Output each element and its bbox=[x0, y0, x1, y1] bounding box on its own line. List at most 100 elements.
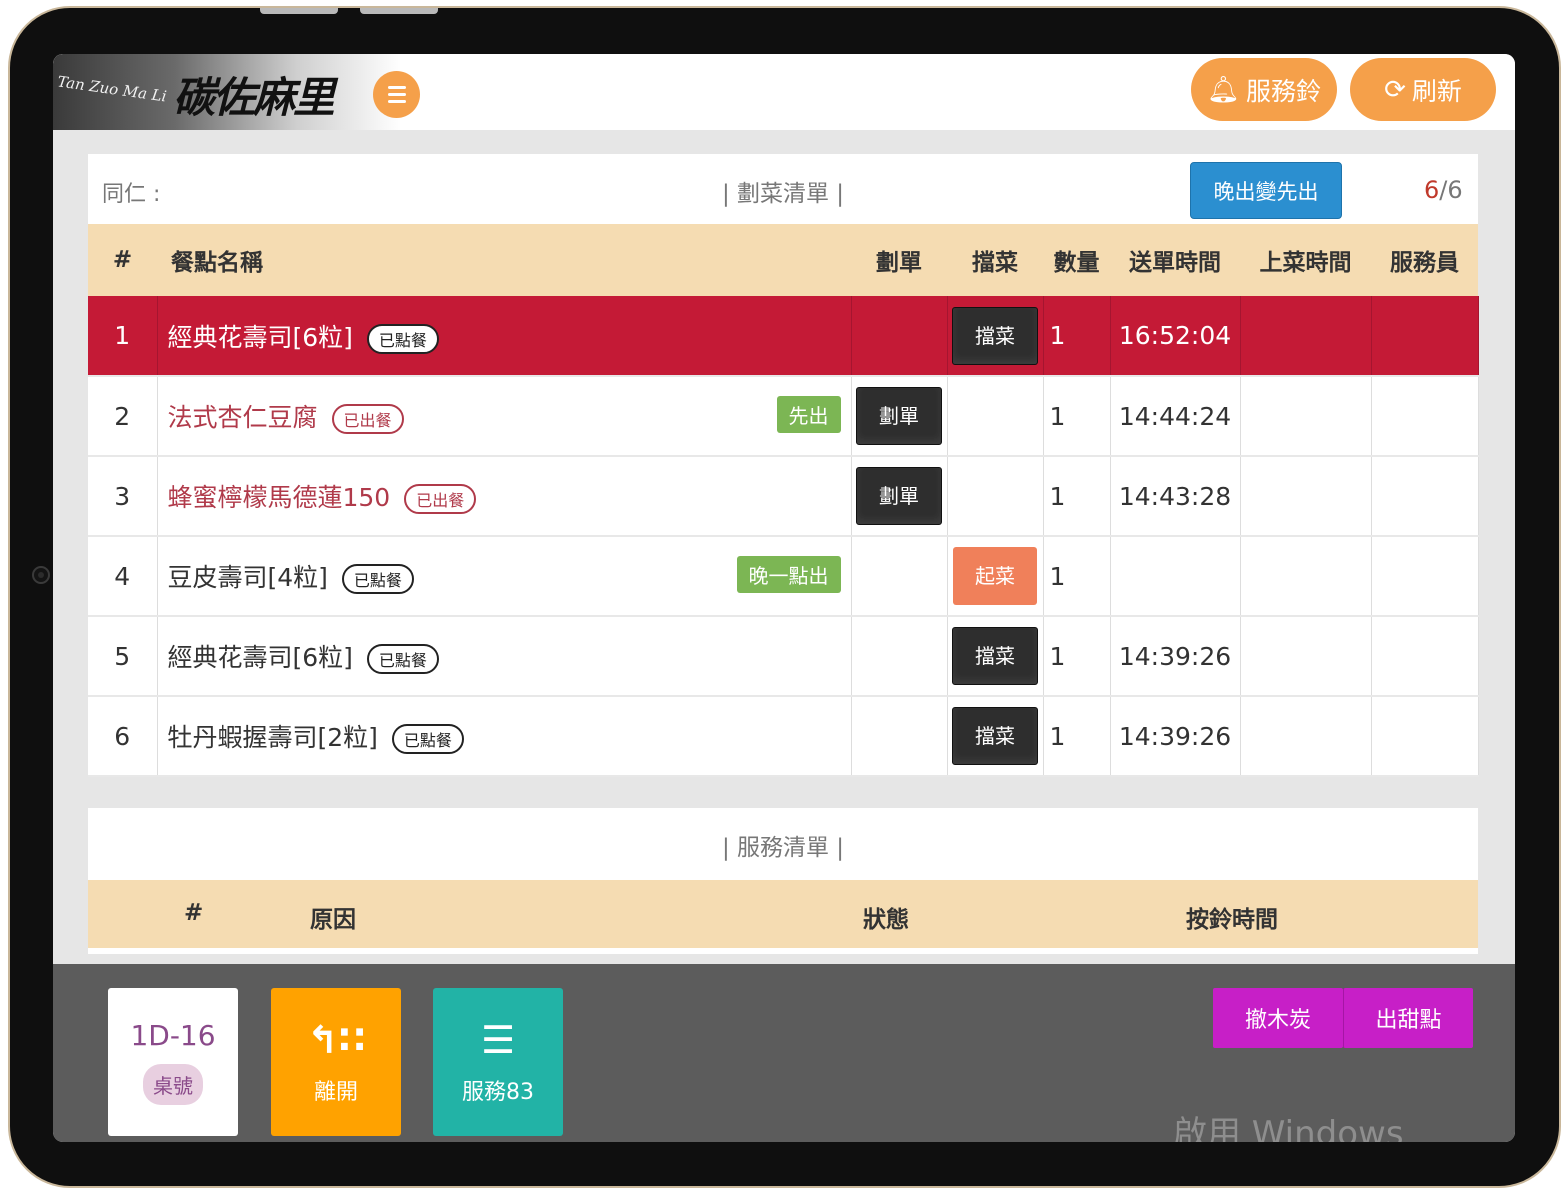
col-header-server: 服務員 bbox=[1371, 224, 1478, 296]
dish-cell: 法式杏仁豆腐 已出餐 先出 bbox=[157, 376, 852, 457]
refresh-label: 刷新 bbox=[1411, 76, 1462, 106]
col-header-send-time: 送單時間 bbox=[1110, 224, 1240, 296]
dish-name: 經典花壽司[6粒] bbox=[167, 322, 353, 352]
qty-cell: 1 bbox=[1043, 296, 1111, 377]
qty-cell: 1 bbox=[1043, 696, 1111, 777]
col-header-serve-time: 上菜時間 bbox=[1240, 224, 1371, 296]
serve-time-cell bbox=[1240, 376, 1372, 457]
item-count: 6/6 bbox=[1424, 176, 1463, 204]
cut-cell: 劃單 bbox=[851, 456, 948, 537]
cut-cell bbox=[851, 296, 948, 377]
hamburger-menu-icon[interactable] bbox=[373, 71, 420, 118]
table-row[interactable]: 6 牡丹蝦握壽司[2粒] 已點餐 擋菜 1 14:39:26 bbox=[88, 696, 1479, 777]
windows-activation-watermark: 啟用 Windows bbox=[1173, 1114, 1404, 1142]
cut-cell: 劃單 bbox=[851, 376, 948, 457]
row-num: 3 bbox=[88, 456, 158, 537]
col-header-cut: 劃單 bbox=[851, 224, 947, 296]
late-to-first-button[interactable]: 晚出變先出 bbox=[1190, 162, 1342, 219]
serve-time-cell bbox=[1240, 536, 1372, 617]
back-arrow-icon: ↰∷ bbox=[306, 1018, 366, 1062]
refresh-button[interactable]: ⟳ 刷新 bbox=[1350, 58, 1496, 121]
table-number: 1D-16 bbox=[130, 1019, 216, 1052]
hold-cell: 起菜 bbox=[947, 536, 1044, 617]
qty-cell: 1 bbox=[1043, 456, 1111, 537]
cut-cell bbox=[851, 696, 948, 777]
serve-time-cell bbox=[1240, 296, 1372, 377]
power-button bbox=[260, 8, 338, 14]
table-number-tile[interactable]: 1D-16 桌號 bbox=[108, 988, 238, 1136]
serve-dessert-button[interactable]: 出甜點 bbox=[1343, 988, 1473, 1048]
serve-time-cell bbox=[1240, 696, 1372, 777]
hold-button[interactable]: 擋菜 bbox=[952, 306, 1038, 365]
table-row[interactable]: 4 豆皮壽司[4粒] 已點餐 晚一點出 起菜 1 bbox=[88, 536, 1479, 617]
col-header-hold: 擋菜 bbox=[947, 224, 1043, 296]
send-time-cell: 14:39:26 bbox=[1110, 696, 1241, 777]
qty-cell: 1 bbox=[1043, 536, 1111, 617]
bell-icon: 🔔︎ bbox=[1206, 74, 1240, 105]
hold-cell: 擋菜 bbox=[947, 696, 1044, 777]
server-cell bbox=[1371, 456, 1479, 537]
send-time-cell: 14:39:26 bbox=[1110, 616, 1241, 697]
order-panel-header: 同仁 : | 劃菜清單 | 晚出變先出 6/6 bbox=[88, 154, 1478, 224]
hold-button[interactable]: 擋菜 bbox=[952, 627, 1038, 685]
order-list-panel: 同仁 : | 劃菜清單 | 晚出變先出 6/6 # 餐點名稱 劃單 擋菜 數量 … bbox=[88, 154, 1479, 777]
server-cell bbox=[1371, 296, 1479, 377]
hold-button[interactable]: 擋菜 bbox=[952, 707, 1038, 765]
cut-cell bbox=[851, 616, 948, 697]
service-button[interactable]: ☰ 服務83 bbox=[433, 988, 563, 1136]
status-badge: 已出餐 bbox=[404, 484, 477, 514]
server-cell bbox=[1371, 696, 1479, 777]
dish-name: 豆皮壽司[4粒] bbox=[167, 563, 328, 592]
dish-cell: 經典花壽司[6粒] 已點餐 bbox=[157, 296, 852, 377]
logo[interactable]: Tan Zuo Ma Li 碳佐麻里 bbox=[53, 54, 401, 130]
priority-badge: 晚一點出 bbox=[736, 556, 841, 593]
svc-col-status: 狀態 bbox=[863, 907, 909, 933]
row-num: 1 bbox=[88, 296, 158, 377]
cut-button[interactable]: 劃單 bbox=[856, 467, 942, 525]
dish-cell: 牡丹蝦握壽司[2粒] 已點餐 bbox=[157, 696, 852, 777]
status-badge: 已出餐 bbox=[331, 404, 404, 434]
hold-cell: 擋菜 bbox=[947, 616, 1044, 697]
row-num: 4 bbox=[88, 536, 158, 617]
dish-name: 法式杏仁豆腐 bbox=[167, 403, 318, 432]
app-screen: Tan Zuo Ma Li 碳佐麻里 🔔︎ 服務鈴 ⟳ 刷新 同仁 : | 劃菜… bbox=[53, 54, 1515, 1142]
table-row[interactable]: 3 蜂蜜檸檬馬德蓮150 已出餐 劃單 1 14:43:28 bbox=[88, 456, 1479, 537]
send-time-cell: 16:52:04 bbox=[1110, 296, 1241, 377]
logo-title: 碳佐麻里 bbox=[173, 73, 335, 122]
volume-button bbox=[360, 8, 438, 14]
order-table: # 餐點名稱 劃單 擋菜 數量 送單時間 上菜時間 服務員 1 經典花壽司[6粒… bbox=[88, 224, 1479, 777]
cut-button[interactable]: 劃單 bbox=[856, 387, 942, 445]
camera-icon bbox=[32, 566, 50, 584]
table-row[interactable]: 5 經典花壽司[6粒] 已點餐 擋菜 1 14:39:26 bbox=[88, 616, 1479, 697]
server-cell bbox=[1371, 376, 1479, 457]
qty-cell: 1 bbox=[1043, 376, 1111, 457]
hold-cell bbox=[947, 456, 1044, 537]
server-cell bbox=[1371, 536, 1479, 617]
order-table-header: # 餐點名稱 劃單 擋菜 數量 送單時間 上菜時間 服務員 bbox=[88, 224, 1478, 296]
service-label: 服務83 bbox=[462, 1080, 534, 1105]
table-row[interactable]: 1 經典花壽司[6粒] 已點餐 擋菜 1 16:52:04 bbox=[88, 296, 1479, 377]
col-header-qty: 數量 bbox=[1043, 224, 1110, 296]
status-badge: 已點餐 bbox=[341, 564, 414, 594]
list-icon: ☰ bbox=[480, 1018, 516, 1062]
server-cell bbox=[1371, 616, 1479, 697]
remove-charcoal-button[interactable]: 撤木炭 bbox=[1213, 988, 1343, 1048]
row-num: 2 bbox=[88, 376, 158, 457]
logo-subtitle: Tan Zuo Ma Li bbox=[56, 72, 168, 106]
start-dish-button[interactable]: 起菜 bbox=[953, 547, 1037, 605]
leave-button[interactable]: ↰∷ 離開 bbox=[271, 988, 401, 1136]
leave-label: 離開 bbox=[313, 1080, 358, 1105]
app-header: Tan Zuo Ma Li 碳佐麻里 🔔︎ 服務鈴 ⟳ 刷新 bbox=[53, 54, 1515, 130]
service-bell-button[interactable]: 🔔︎ 服務鈴 bbox=[1191, 58, 1337, 121]
status-badge: 已點餐 bbox=[366, 323, 439, 354]
send-time-cell: 14:43:28 bbox=[1110, 456, 1241, 537]
dish-name: 經典花壽司[6粒] bbox=[167, 643, 353, 672]
svc-col-num: # bbox=[184, 900, 204, 926]
status-badge: 已點餐 bbox=[366, 644, 439, 674]
col-header-num: # bbox=[88, 224, 157, 296]
status-badge: 已點餐 bbox=[391, 724, 464, 754]
dish-name: 牡丹蝦握壽司[2粒] bbox=[167, 723, 378, 752]
table-row[interactable]: 2 法式杏仁豆腐 已出餐 先出 劃單 1 14:44:24 bbox=[88, 376, 1479, 457]
service-list-panel: | 服務清單 | # 原因 狀態 按鈴時間 bbox=[88, 808, 1478, 954]
bottom-toolbar: 1D-16 桌號 ↰∷ 離開 ☰ 服務83 撤木炭 出甜點 啟用 Windows bbox=[53, 964, 1515, 1142]
